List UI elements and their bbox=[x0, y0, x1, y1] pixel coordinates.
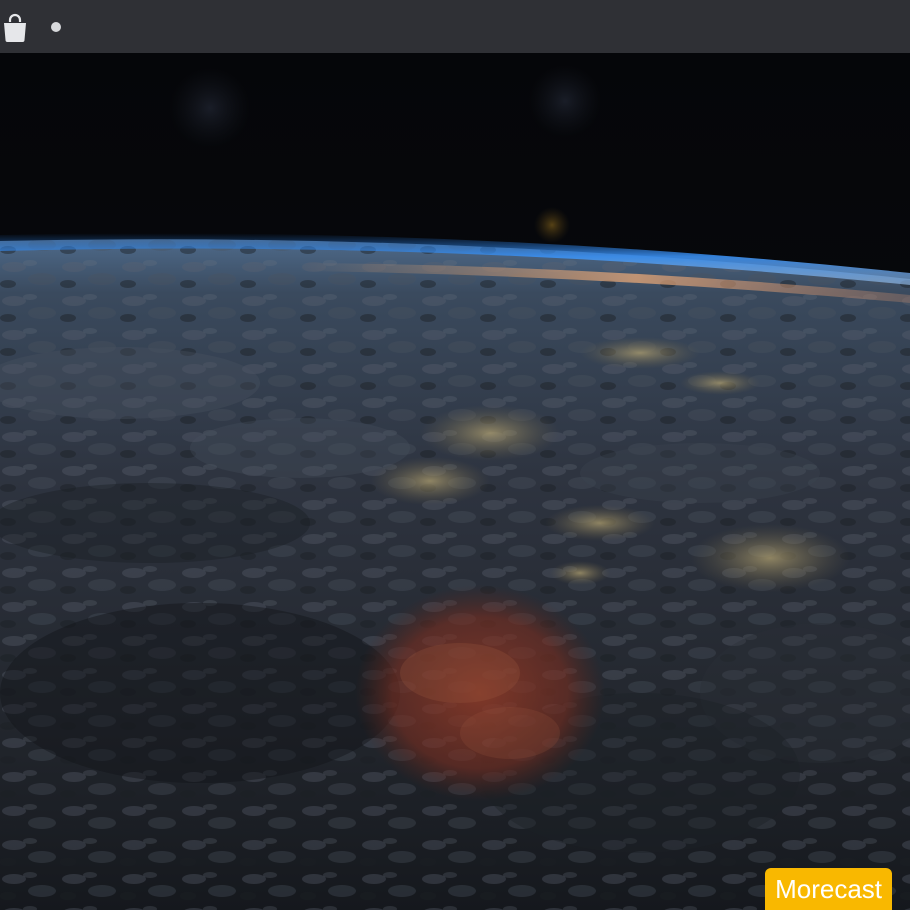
shopping-bag-icon[interactable] bbox=[2, 13, 28, 43]
earth-photo-art bbox=[0, 53, 910, 910]
dot-icon[interactable] bbox=[51, 22, 61, 32]
earth-photo: Morecast bbox=[0, 53, 910, 910]
morecast-badge[interactable]: Morecast bbox=[765, 868, 892, 910]
top-toolbar bbox=[0, 0, 910, 53]
